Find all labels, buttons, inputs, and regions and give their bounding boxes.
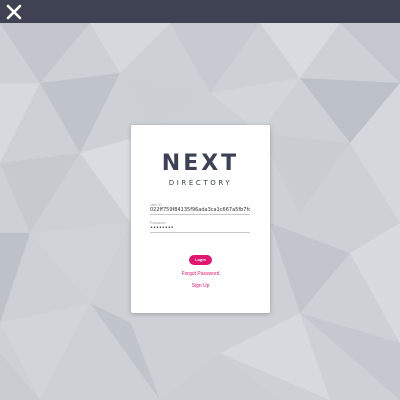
user-id-field[interactable]: User ID 022ff759f84135f96ada3ca1c667a5fb… [150, 203, 250, 215]
brand-subtitle: DIRECTORY [168, 179, 233, 187]
login-card: NEXT DIRECTORY User ID 022ff759f84135f96… [131, 125, 270, 313]
forgot-password-link[interactable]: Forgot Password [131, 271, 270, 277]
brand-word: NEXT [161, 151, 240, 176]
password-field[interactable]: Password •••••••• [150, 221, 250, 233]
password-input[interactable]: •••••••• [150, 225, 250, 233]
top-bar [0, 0, 400, 23]
brand-logo: NEXT DIRECTORY [131, 151, 270, 188]
user-id-input[interactable]: 022ff759f84135f96ada3ca1c667a5fb7fd [150, 207, 250, 215]
login-button[interactable]: Login [189, 255, 212, 265]
sign-up-link[interactable]: Sign Up [131, 283, 270, 289]
x-logo-icon[interactable] [6, 4, 22, 20]
